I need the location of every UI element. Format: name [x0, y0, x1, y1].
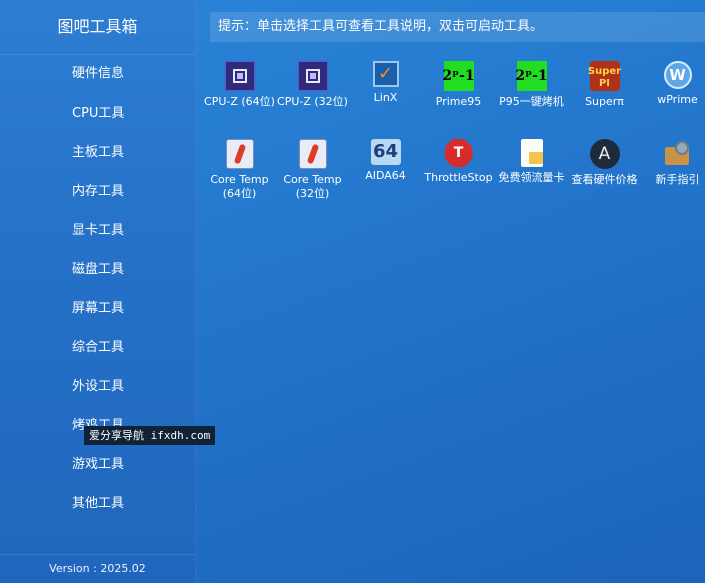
tool-label: Prime95 [435, 95, 482, 108]
tool-label: AIDA64 [365, 169, 406, 182]
throttlestop-icon: T [444, 139, 473, 167]
tool-label: 免费领流量卡 [498, 171, 565, 184]
tool-coretemp-64[interactable]: Core Temp (64位) [203, 136, 276, 206]
tool-wprime[interactable]: W wPrime [641, 58, 705, 128]
wprime-icon: W [663, 61, 692, 89]
sidebar-item-memory-tools[interactable]: 内存工具 [0, 172, 195, 211]
version-label: Version : 2025.02 [0, 554, 195, 583]
watermark: 爱分享导航 ifxdh.com [84, 426, 216, 445]
tool-label: ThrottleStop [424, 171, 493, 184]
sidebar-item-general-tools[interactable]: 综合工具 [0, 328, 195, 367]
sidebar-item-motherboard-tools[interactable]: 主板工具 [0, 133, 195, 172]
tool-cpuz-64[interactable]: CPU-Z (64位) [203, 58, 276, 128]
tool-label: CPU-Z (32位) [277, 95, 348, 108]
tool-p95-stress[interactable]: 2ᵖ-1 P95一键烤机 [495, 58, 568, 128]
guide-icon [663, 139, 693, 169]
tool-label: 查看硬件价格 [571, 173, 638, 186]
coretemp-icon [298, 139, 327, 169]
tool-label: LinX [373, 91, 398, 104]
linx-icon: ✓ [372, 61, 399, 87]
sidebar: 图吧工具箱 硬件信息 CPU工具 主板工具 内存工具 显卡工具 磁盘工具 屏幕工… [0, 0, 196, 583]
sidebar-item-other-tools[interactable]: 其他工具 [0, 484, 195, 523]
hint-bar: 提示：单击选择工具可查看工具说明，双击可启动工具。 [210, 12, 705, 42]
sidebar-item-screen-tools[interactable]: 屏幕工具 [0, 289, 195, 328]
tool-cpuz-32[interactable]: CPU-Z (32位) [276, 58, 349, 128]
sim-card-icon [520, 139, 543, 167]
tool-label: P95一键烤机 [499, 95, 564, 108]
cpuz-icon [297, 61, 328, 91]
tool-prime95[interactable]: 2ᵖ-1 Prime95 [422, 58, 495, 128]
prime95-icon: 2ᵖ-1 [442, 61, 475, 91]
tool-hardware-price[interactable]: A 查看硬件价格 [568, 136, 641, 206]
sidebar-item-game-tools[interactable]: 游戏工具 [0, 445, 195, 484]
tool-label: Core Temp (64位) [210, 173, 269, 200]
superpi-icon: Super PI [588, 61, 621, 91]
tool-label: Core Temp (32位) [283, 173, 342, 200]
tool-linx[interactable]: ✓ LinX [349, 58, 422, 128]
tool-label: 新手指引 [655, 173, 700, 186]
sidebar-item-peripheral-tools[interactable]: 外设工具 [0, 367, 195, 406]
tool-label: Superπ [585, 95, 624, 108]
tool-free-sim-card[interactable]: 免费领流量卡 [495, 136, 568, 206]
tool-aida64[interactable]: 64 AIDA64 [349, 136, 422, 206]
aida64-icon: 64 [370, 139, 401, 165]
p95-icon: 2ᵖ-1 [515, 61, 548, 91]
tool-label: CPU-Z (64位) [204, 95, 275, 108]
tool-superpi[interactable]: Super PI Superπ [568, 58, 641, 128]
tool-throttlestop[interactable]: T ThrottleStop [422, 136, 495, 206]
price-icon: A [589, 139, 620, 169]
cpuz-icon [224, 61, 255, 91]
tool-grid: CPU-Z (64位) CPU-Z (32位) ✓ LinX 2ᵖ-1 Prim… [203, 58, 705, 206]
tool-coretemp-32[interactable]: Core Temp (32位) [276, 136, 349, 206]
sidebar-item-gpu-tools[interactable]: 显卡工具 [0, 211, 195, 250]
sidebar-nav: 硬件信息 CPU工具 主板工具 内存工具 显卡工具 磁盘工具 屏幕工具 综合工具… [0, 54, 195, 523]
coretemp-icon [225, 139, 254, 169]
tool-label: wPrime [657, 93, 698, 106]
sidebar-item-cpu-tools[interactable]: CPU工具 [0, 94, 195, 133]
sidebar-item-disk-tools[interactable]: 磁盘工具 [0, 250, 195, 289]
sidebar-item-hardware-info[interactable]: 硬件信息 [0, 54, 195, 94]
tool-beginner-guide[interactable]: 新手指引 [641, 136, 705, 206]
app-title: 图吧工具箱 [0, 0, 195, 55]
